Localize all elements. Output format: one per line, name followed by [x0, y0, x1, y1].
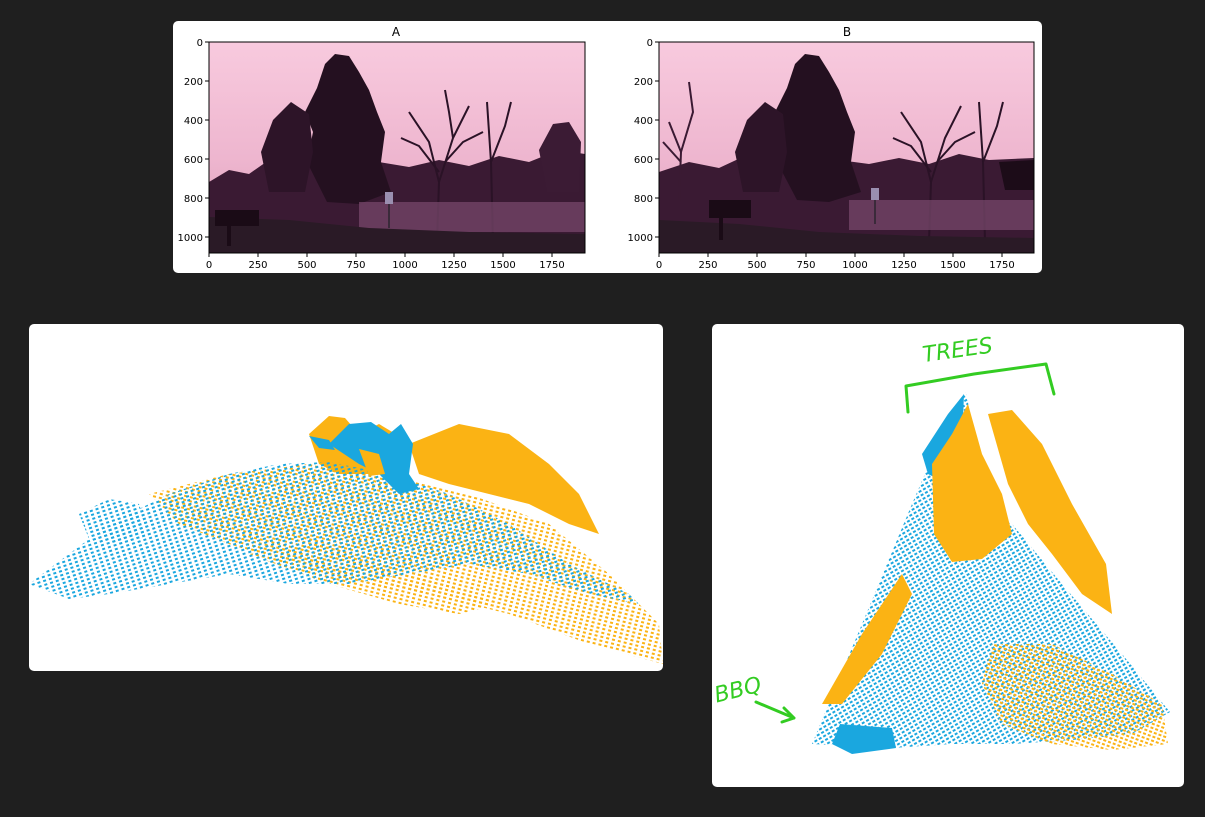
plot-b-ytick-200: 200	[634, 77, 653, 88]
plot-b-xtick-1750: 1750	[989, 260, 1014, 271]
plot-a-ytick-600: 600	[184, 155, 203, 166]
plot-b-x-ticks: 0 250 500 750 1000 1250 1500 1750	[656, 253, 1015, 271]
image-comparison-figure: A 0 200 400 600 800 1000 0 250 500 750 1…	[178, 25, 1035, 271]
plot-a-title: A	[392, 25, 401, 39]
plot-a-xtick-1500: 1500	[490, 260, 515, 271]
plot-b-ytick-800: 800	[634, 194, 653, 205]
plot-a-xtick-750: 750	[346, 260, 365, 271]
plot-a-ytick-400: 400	[184, 116, 203, 127]
plot-a: A 0 200 400 600 800 1000 0 250 500 750 1…	[178, 25, 586, 271]
bbq-arrow-icon	[754, 700, 796, 724]
plot-a-y-ticks: 0 200 400 600 800 1000	[178, 38, 209, 244]
plot-b-xtick-1000: 1000	[842, 260, 867, 271]
point-cloud-side-canvas	[29, 416, 663, 664]
plot-a-ytick-1000: 1000	[178, 233, 203, 244]
image-comparison-panel: A 0 200 400 600 800 1000 0 250 500 750 1…	[173, 21, 1042, 273]
plot-a-xtick-1000: 1000	[392, 260, 417, 271]
photo-b	[659, 42, 1034, 253]
plot-a-xtick-1250: 1250	[441, 260, 466, 271]
plot-a-xtick-250: 250	[248, 260, 267, 271]
bbq-annotation: BBQ	[712, 673, 796, 724]
plot-b-xtick-1250: 1250	[891, 260, 916, 271]
trees-annotation: TREES	[904, 333, 1056, 414]
plot-a-ytick-200: 200	[184, 77, 203, 88]
point-cloud-view-front: TREES BBQ	[712, 324, 1184, 787]
trees-bracket-icon	[904, 362, 1056, 414]
trees-label: TREES	[921, 333, 994, 368]
plot-a-ytick-800: 800	[184, 194, 203, 205]
plot-a-x-ticks: 0 250 500 750 1000 1250 1500 1750	[206, 253, 565, 271]
plot-a-xtick-1750: 1750	[539, 260, 564, 271]
point-cloud-front-canvas: TREES BBQ	[712, 333, 1170, 754]
plot-b-ytick-400: 400	[634, 116, 653, 127]
plot-b-y-ticks: 0 200 400 600 800 1000	[628, 38, 659, 244]
plot-b-ytick-0: 0	[647, 38, 653, 49]
plot-a-ytick-0: 0	[197, 38, 203, 49]
photo-a	[209, 42, 585, 253]
plot-b-ytick-1000: 1000	[628, 233, 653, 244]
plot-b: B 0 200 400 600 800 1000 0 250 500 750 1…	[628, 25, 1035, 271]
plot-b-xtick-500: 500	[747, 260, 766, 271]
plot-a-xtick-0: 0	[206, 260, 212, 271]
point-cloud-view-side	[29, 324, 663, 671]
plot-b-xtick-1500: 1500	[940, 260, 965, 271]
plot-b-xtick-250: 250	[698, 260, 717, 271]
plot-b-xtick-0: 0	[656, 260, 662, 271]
plot-b-title: B	[843, 25, 851, 39]
plot-b-ytick-600: 600	[634, 155, 653, 166]
plot-b-xtick-750: 750	[796, 260, 815, 271]
plot-a-xtick-500: 500	[297, 260, 316, 271]
